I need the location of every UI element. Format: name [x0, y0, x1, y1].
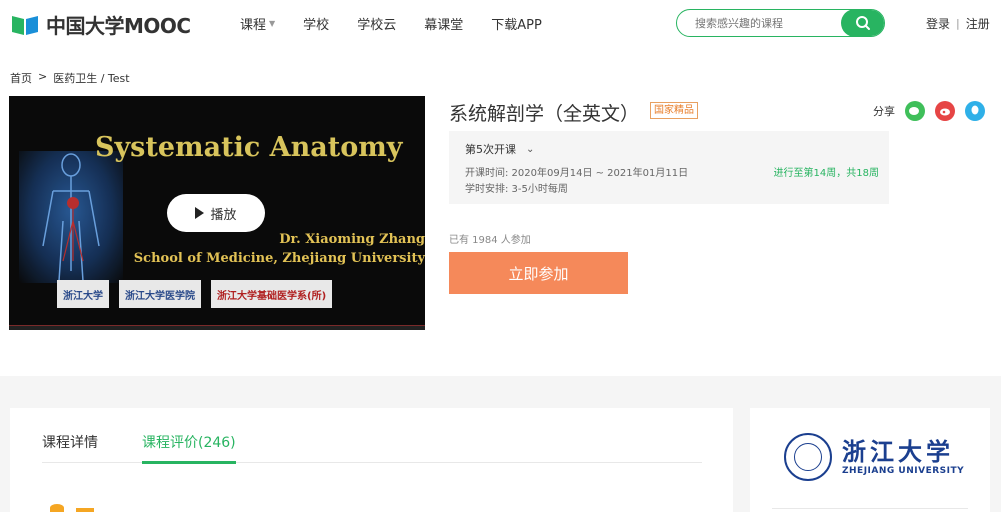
national-quality-badge: 国家精品 — [650, 102, 698, 119]
side-divider — [772, 508, 968, 509]
badge-zju-medicine: 浙江大学医学院 — [119, 280, 201, 308]
term-info-panel: 第5次开课 ⌄ 开课时间: 2020年09月14日 ~ 2021年01月11日 … — [449, 131, 889, 204]
nav-schools[interactable]: 学校 — [303, 14, 329, 33]
video-author-school: School of Medicine, Zhejiang University — [133, 251, 425, 266]
badge-zju: 浙江大学 — [57, 280, 109, 308]
auth-divider: | — [956, 17, 960, 30]
video-author-text: Dr. Xiaoming Zhang School of Medicine, Z… — [134, 230, 425, 268]
play-icon — [195, 207, 205, 219]
chevron-down-icon: ⌄ — [526, 143, 535, 155]
nav-school-cloud-label: 学校云 — [357, 18, 397, 33]
breadcrumb-separator: > — [38, 70, 48, 83]
course-video-player[interactable]: Systematic Anatomy Dr. Xiaoming Zhang Sc… — [9, 96, 425, 330]
play-button[interactable]: 播放 — [167, 194, 265, 232]
enrolled-count: 已有 1984 人参加 — [449, 235, 531, 246]
top-header: 中国大学MOOC 课程 ▼ 学校 学校云 幕课堂 下载APP 登录 | 注册 — [0, 0, 1001, 46]
video-progress-bar[interactable] — [9, 325, 425, 330]
course-detail-panel: 课程详情 课程评价(246) — [10, 408, 733, 512]
play-button-label: 播放 — [210, 207, 237, 223]
logo-book-icon — [10, 13, 42, 37]
auth-links: 登录 | 注册 — [926, 15, 990, 32]
university-seal-icon — [784, 433, 832, 481]
course-tabs: 课程详情 课程评价(246) — [42, 432, 702, 464]
badge-basic-medicine: 浙江大学基础医学系(所) — [211, 280, 333, 308]
review-stars-icon — [76, 508, 94, 512]
logo-text: 中国大学MOOC — [46, 14, 191, 38]
breadcrumb-home[interactable]: 首页 — [10, 70, 32, 86]
nav-courses[interactable]: 课程 ▼ — [240, 14, 275, 33]
university-name-en: ZHEJIANG UNIVERSITY — [842, 466, 965, 476]
breadcrumb: 首页 > 医药卫生 / Test — [10, 70, 136, 86]
nav-schools-label: 学校 — [303, 18, 330, 33]
video-badges: 浙江大学 浙江大学医学院 浙江大学基础医学系(所) — [57, 280, 342, 308]
nav-download-app[interactable]: 下载APP — [491, 14, 542, 33]
university-name-cn: 浙江大学 — [842, 437, 954, 466]
term-selector-label: 第5次开课 — [465, 143, 516, 156]
video-author-name: Dr. Xiaoming Zhang — [279, 232, 425, 247]
weibo-icon[interactable] — [935, 101, 955, 121]
course-title: 系统解剖学（全英文） — [449, 103, 640, 125]
share-label: 分享 — [873, 105, 895, 118]
term-hours: 学时安排: 3-5小时每周 — [465, 184, 568, 195]
nav-download-app-label: 下载APP — [491, 18, 542, 33]
term-schedule: 开课时间: 2020年09月14日 ~ 2021年01月11日 — [465, 168, 689, 179]
caret-down-icon: ▼ — [269, 19, 276, 28]
university-panel: 浙江大学 ZHEJIANG UNIVERSITY — [750, 408, 990, 512]
site-logo[interactable]: 中国大学MOOC — [10, 10, 191, 39]
wechat-icon[interactable] — [905, 101, 925, 121]
login-link[interactable]: 登录 — [926, 15, 950, 32]
tab-course-details[interactable]: 课程详情 — [42, 432, 98, 463]
nav-courses-label: 课程 — [240, 18, 267, 33]
search-bar — [676, 9, 885, 37]
review-avatar-icon — [50, 504, 64, 512]
share-bar: 分享 — [873, 101, 995, 121]
tab-course-reviews[interactable]: 课程评价(246) — [142, 432, 236, 464]
search-button[interactable] — [841, 10, 884, 36]
search-icon — [856, 16, 870, 30]
anatomy-figure-image — [19, 151, 123, 283]
qq-icon[interactable] — [965, 101, 985, 121]
nav-mooc-class[interactable]: 幕课堂 — [424, 14, 463, 33]
nav-mooc-class-label: 幕课堂 — [424, 18, 464, 33]
register-link[interactable]: 注册 — [966, 15, 990, 32]
term-selector[interactable]: 第5次开课 ⌄ — [465, 141, 534, 157]
university-logo[interactable]: 浙江大学 ZHEJIANG UNIVERSITY — [784, 433, 964, 481]
term-progress-status: 进行至第14周，共18周 — [773, 168, 879, 179]
main-nav: 课程 ▼ 学校 学校云 幕课堂 下载APP — [240, 14, 570, 33]
university-name: 浙江大学 ZHEJIANG UNIVERSITY — [842, 437, 965, 477]
video-title-text: Systematic Anatomy — [95, 132, 403, 163]
join-button[interactable]: 立即参加 — [449, 252, 628, 294]
breadcrumb-category[interactable]: 医药卫生 / Test — [53, 70, 129, 86]
nav-school-cloud[interactable]: 学校云 — [357, 14, 396, 33]
